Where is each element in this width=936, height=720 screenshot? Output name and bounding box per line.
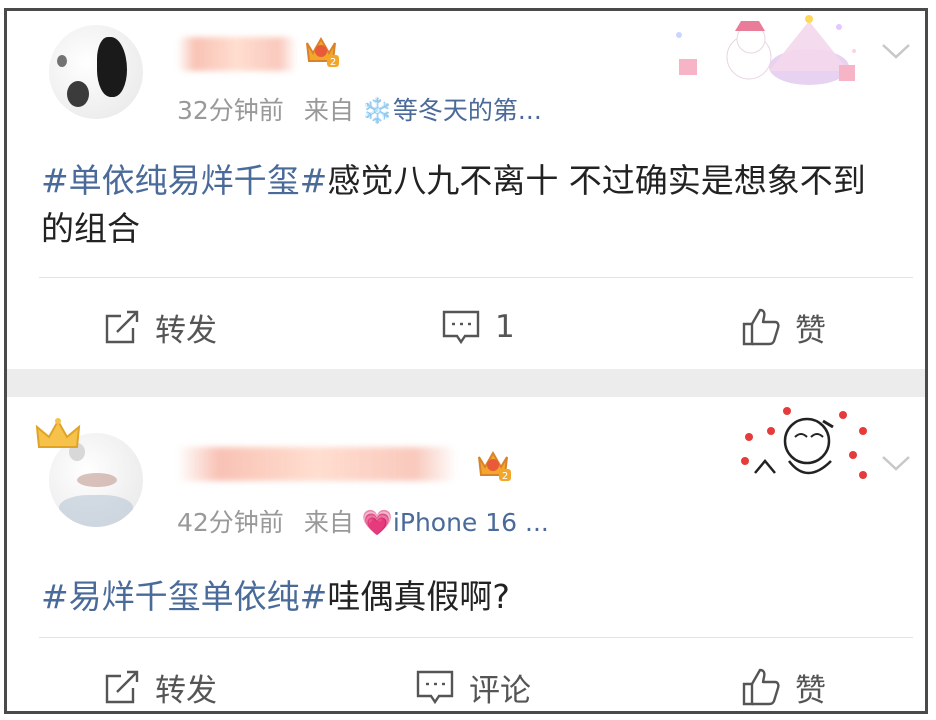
thumbs-up-icon bbox=[742, 668, 780, 706]
thumbs-up-icon bbox=[742, 308, 780, 346]
like-button[interactable]: 赞 bbox=[741, 297, 826, 357]
feed-screenshot: 2 32分钟前 来自 ❄️等冬天的第... #单依纯易烊千玺#感觉八九不离十 不过… bbox=[4, 8, 928, 714]
hashtag-link[interactable]: #易烊千玺单依纯# bbox=[41, 577, 327, 616]
comment-count: 1 bbox=[495, 309, 515, 345]
username[interactable] bbox=[177, 37, 297, 71]
comment-icon bbox=[416, 670, 454, 705]
repost-label: 转发 bbox=[155, 312, 217, 349]
comment-icon bbox=[442, 310, 480, 345]
post-source[interactable]: 等冬天的第... bbox=[393, 96, 542, 125]
comment-label: 评论 bbox=[469, 672, 531, 709]
post-actions: 转发 评论 赞 bbox=[7, 657, 925, 711]
snowflake-icon: ❄️ bbox=[361, 96, 393, 125]
share-icon bbox=[105, 310, 139, 344]
from-label: 来自 bbox=[303, 96, 354, 125]
post-content: #单依纯易烊千玺#感觉八九不离十 不过确实是想象不到的组合 bbox=[41, 157, 891, 253]
crown-icon bbox=[35, 418, 81, 448]
from-label: 来自 bbox=[303, 508, 354, 537]
crown-badge-icon: 2 bbox=[306, 36, 339, 68]
svg-text:2: 2 bbox=[502, 471, 508, 482]
post-meta: 32分钟前 来自 ❄️等冬天的第... bbox=[177, 91, 542, 127]
like-button[interactable]: 赞 bbox=[741, 657, 826, 711]
post-card[interactable]: 2 32分钟前 来自 ❄️等冬天的第... #单依纯易烊千玺#感觉八九不离十 不过… bbox=[7, 11, 925, 369]
like-label: 赞 bbox=[795, 312, 826, 349]
post-card[interactable]: 2 42分钟前 来自 💗iPhone 16 ... #易烊千玺单依纯#哇偶真假啊? bbox=[7, 397, 925, 711]
crown-badge-icon: 2 bbox=[478, 450, 511, 482]
divider bbox=[39, 637, 913, 638]
repost-label: 转发 bbox=[155, 672, 217, 709]
christmas-snowman-decoration bbox=[676, 15, 856, 85]
comment-button[interactable]: 评论 bbox=[415, 657, 531, 711]
svg-text:2: 2 bbox=[330, 57, 336, 68]
chevron-down-icon[interactable] bbox=[881, 453, 911, 473]
divider bbox=[39, 277, 913, 278]
repost-button[interactable]: 转发 bbox=[103, 297, 217, 357]
username[interactable] bbox=[177, 447, 457, 481]
cartoon-sticker-decoration bbox=[741, 407, 867, 479]
avatar[interactable] bbox=[49, 25, 143, 119]
post-separator bbox=[7, 369, 925, 397]
post-time: 42分钟前 bbox=[177, 508, 284, 537]
heart-icon: 💗 bbox=[361, 508, 393, 537]
share-icon bbox=[105, 670, 139, 704]
post-actions: 转发 1 赞 bbox=[7, 297, 925, 357]
chevron-down-icon[interactable] bbox=[881, 41, 911, 61]
post-time: 32分钟前 bbox=[177, 96, 284, 125]
post-content: #易烊千玺单依纯#哇偶真假啊? bbox=[41, 573, 891, 621]
like-label: 赞 bbox=[795, 672, 826, 709]
post-meta: 42分钟前 来自 💗iPhone 16 ... bbox=[177, 503, 549, 539]
repost-button[interactable]: 转发 bbox=[103, 657, 217, 711]
post-text: 哇偶真假啊? bbox=[327, 577, 510, 616]
post-source[interactable]: iPhone 16 ... bbox=[393, 508, 549, 537]
hashtag-link[interactable]: #单依纯易烊千玺# bbox=[41, 161, 327, 200]
comment-button[interactable]: 1 bbox=[441, 297, 515, 357]
